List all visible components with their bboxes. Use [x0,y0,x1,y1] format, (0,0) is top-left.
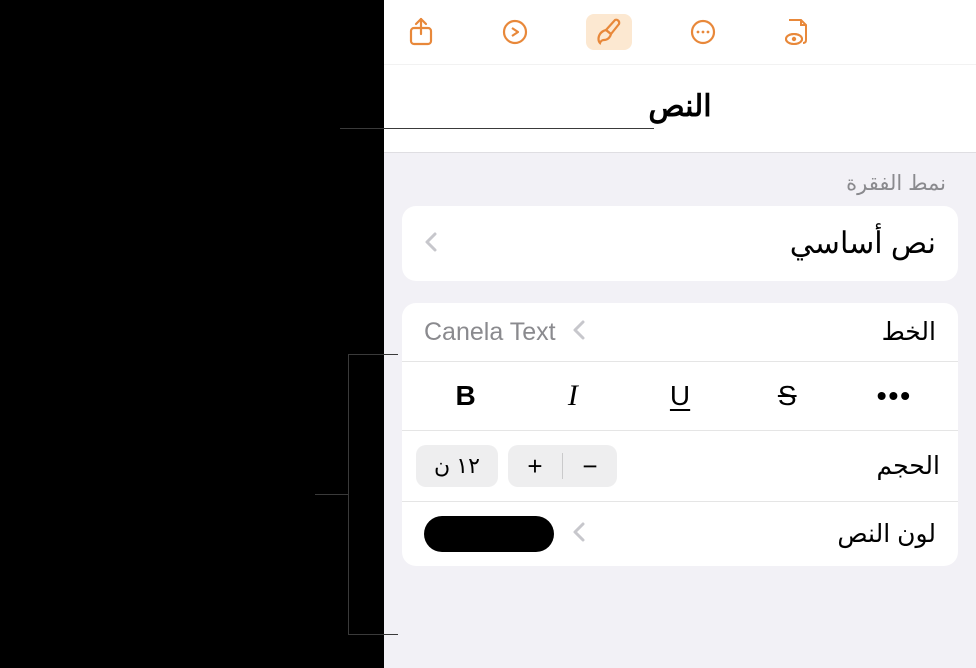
chevron-left-icon [572,521,586,547]
paragraph-style-value: نص أساسي [438,226,936,261]
chevron-left-icon [572,319,586,345]
text-color-label: لون النص [837,519,936,549]
panel-title: النص [384,65,976,152]
paragraph-style-row[interactable]: نص أساسي [402,206,958,281]
italic-button[interactable]: I [528,376,618,416]
document-view-icon [782,17,812,47]
more-circle-icon [689,18,717,46]
font-value: Canela Text [424,318,556,347]
size-increase-button[interactable]: + [508,445,562,487]
more-styles-button[interactable]: ••• [849,376,939,416]
strikethrough-button[interactable]: S [742,376,832,416]
underline-button[interactable]: U [635,376,725,416]
callout-line [340,128,654,129]
more-button[interactable] [680,14,726,50]
font-label: الخط [882,317,936,347]
share-button[interactable] [398,14,444,50]
size-value[interactable]: ١٢ ن [416,445,498,487]
callout-line [348,354,398,355]
paragraph-style-card: نص أساسي [402,206,958,281]
panel-body: نمط الفقرة نص أساسي الخط Canela Text [384,152,976,668]
callout-line [348,354,349,634]
redo-button[interactable] [492,14,538,50]
format-button[interactable] [586,14,632,50]
text-style-row: B I U S ••• [402,361,958,430]
text-color-row[interactable]: لون النص [402,501,958,566]
size-label: الحجم [877,451,940,481]
paragraph-style-label: نمط الفقرة [402,171,946,196]
chevron-left-icon [424,231,438,257]
font-row[interactable]: الخط Canela Text [402,303,958,361]
view-button[interactable] [774,14,820,50]
redo-icon [501,18,529,46]
text-color-swatch [424,516,554,552]
callout-line [348,634,398,635]
size-stepper: − + [508,445,617,487]
paintbrush-icon [595,17,623,47]
size-row: الحجم ١٢ ن − + [402,430,958,501]
stepper-divider [562,453,563,479]
toolbar [384,0,976,65]
callout-line [315,494,348,495]
size-decrease-button[interactable]: − [563,445,617,487]
share-icon [408,17,434,47]
text-format-card: الخط Canela Text B I U S ••• الحجم ١٢ ن [402,303,958,566]
bold-button[interactable]: B [421,376,511,416]
format-panel: النص نمط الفقرة نص أساسي الخط Canela Tex… [384,0,976,668]
